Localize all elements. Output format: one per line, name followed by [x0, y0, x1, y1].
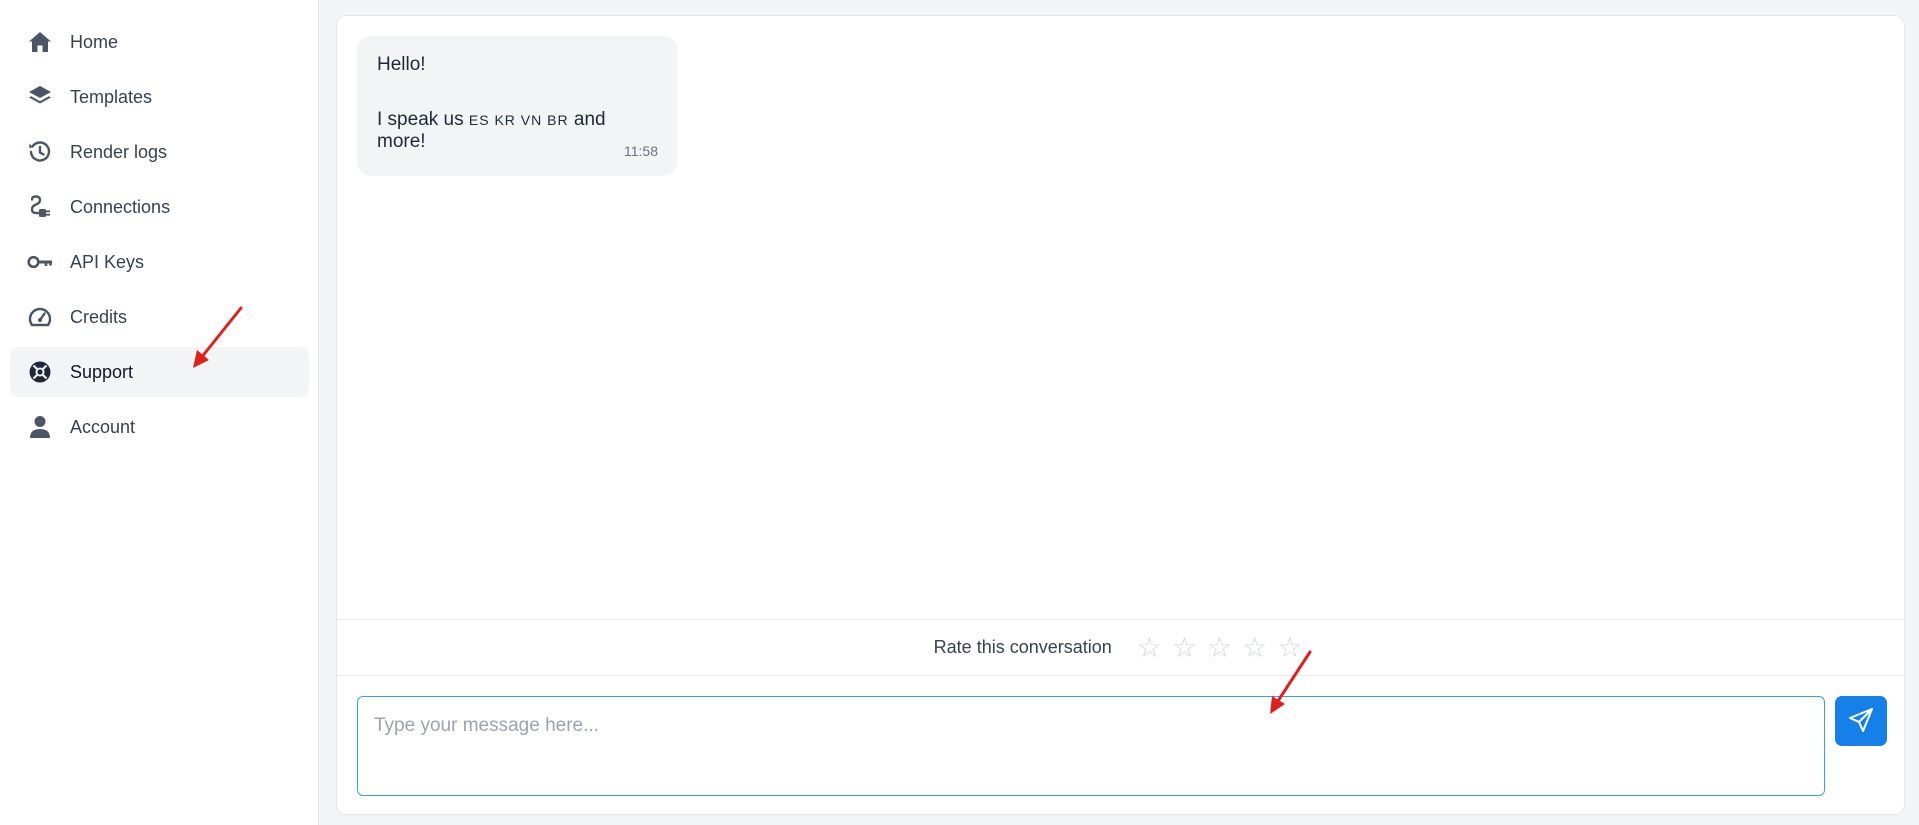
sidebar-item-label: Credits	[70, 307, 128, 327]
sidebar-item-render-logs[interactable]: Render logs	[10, 127, 309, 177]
chat-message: Hello! I speak us ES KR VN BR and more! …	[357, 36, 677, 176]
send-button[interactable]	[1835, 696, 1887, 746]
user-icon	[27, 415, 53, 439]
message-text-before: I speak us	[377, 109, 469, 130]
lifebuoy-icon	[27, 360, 53, 384]
sidebar-item-connections[interactable]: Connections	[10, 182, 309, 232]
message-greeting: Hello!	[377, 54, 426, 75]
layers-icon	[27, 85, 53, 109]
sidebar-item-label: API Keys	[70, 252, 145, 272]
message-input[interactable]	[357, 696, 1825, 796]
rating-label: Rate this conversation	[933, 637, 1112, 657]
key-icon	[27, 250, 53, 274]
sidebar-item-templates[interactable]: Templates	[10, 72, 309, 122]
sidebar-item-account[interactable]: Account	[10, 402, 309, 452]
plug-icon	[27, 195, 53, 219]
sidebar-item-label: Account	[70, 417, 136, 437]
sidebar-item-label: Connections	[70, 197, 171, 217]
home-icon	[27, 30, 53, 54]
message-timestamp: 11:58	[624, 143, 658, 159]
send-icon	[1848, 707, 1874, 736]
sidebar-item-home[interactable]: Home	[10, 17, 309, 67]
sidebar-item-credits[interactable]: Credits	[10, 292, 309, 342]
rating-star-4[interactable]: ☆	[1242, 633, 1267, 662]
rating-star-3[interactable]: ☆	[1207, 633, 1232, 662]
rating-star-2[interactable]: ☆	[1172, 633, 1197, 662]
message-text: I speak us ES KR VN BR and more!	[377, 109, 657, 153]
sidebar-item-label: Support	[70, 362, 134, 382]
sidebar-item-api-keys[interactable]: API Keys	[10, 237, 309, 287]
rating-bar: Rate this conversation ☆ ☆ ☆ ☆ ☆	[337, 619, 1904, 676]
sidebar-item-label: Render logs	[70, 142, 168, 162]
sidebar-item-support[interactable]: Support	[10, 347, 309, 397]
rating-star-1[interactable]: ☆	[1137, 633, 1162, 662]
sidebar: Home Templates Render logs Connections A…	[0, 0, 319, 825]
language-flags: ES KR VN BR	[468, 112, 569, 128]
chat-panel: Hello! I speak us ES KR VN BR and more! …	[336, 15, 1905, 815]
rating-star-5[interactable]: ☆	[1277, 633, 1302, 662]
sidebar-item-label: Home	[70, 32, 119, 52]
gauge-icon	[27, 305, 53, 329]
sidebar-item-label: Templates	[70, 87, 153, 107]
history-icon	[27, 140, 53, 164]
